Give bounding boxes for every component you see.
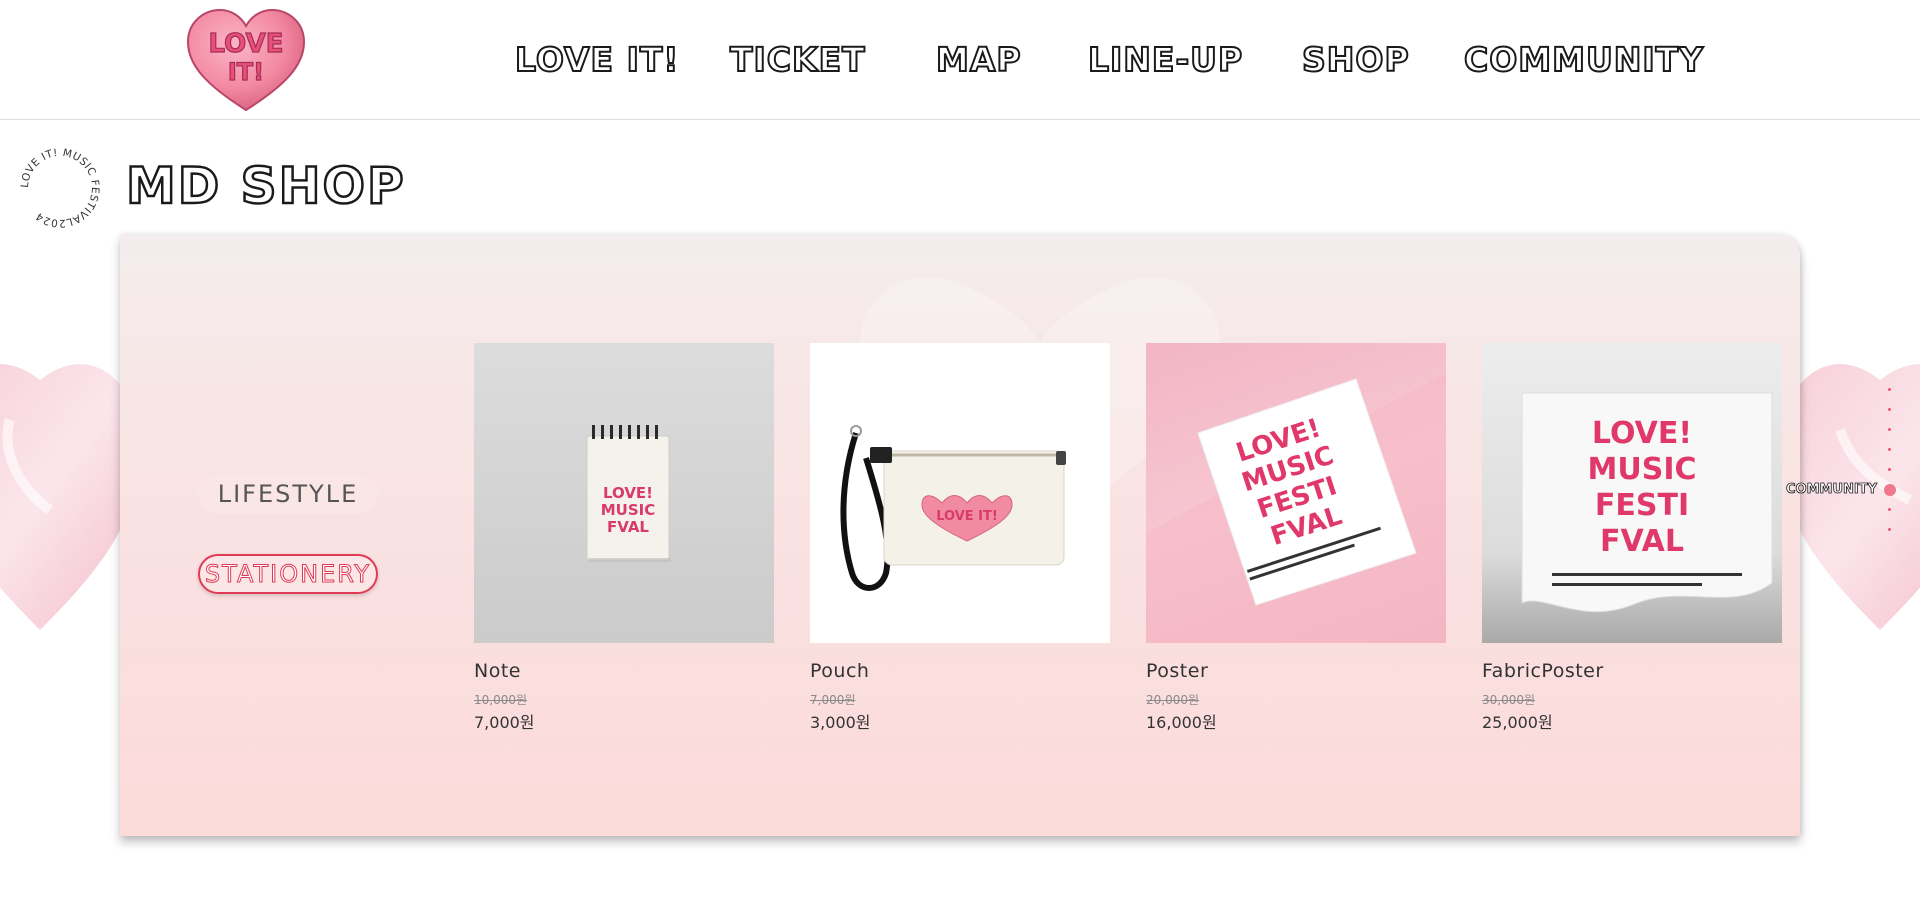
notebook-icon: LOVE! MUSIC FVAL — [586, 425, 671, 562]
badge-circular-text: LOVE IT! MUSIC FESTIVAL2024 — [20, 148, 100, 228]
fabric-poster-icon: LOVE! MUSIC FESTI FVAL — [1521, 392, 1773, 613]
pager-dot[interactable] — [1888, 468, 1891, 471]
main-nav: LOVE IT! TICKET MAP LINE-UP SHOP COMMUNI… — [0, 38, 1920, 82]
product-original-price: 7,000원 — [810, 693, 856, 707]
product-price: 16,000원 — [1146, 713, 1217, 732]
pager-active-label: COMMUNITY — [1786, 482, 1878, 498]
fabric-poster-line4: FVAL — [1600, 524, 1684, 559]
fabric-poster-line3: FESTI — [1595, 488, 1689, 523]
category-stationery-button[interactable]: STATIONERY — [198, 554, 378, 594]
site-header: LOVE IT! LOVE IT! TICKET MAP LINE-UP SHO… — [0, 0, 1920, 120]
pager-dot[interactable] — [1888, 428, 1891, 431]
product-name[interactable]: Note — [474, 660, 521, 682]
pouch-image[interactable]: LOVE IT! — [810, 343, 1110, 643]
nav-love-it[interactable]: LOVE IT! — [514, 38, 679, 82]
note-cover-line2: MUSIC — [601, 501, 656, 519]
product-price: 3,000원 — [810, 713, 871, 732]
poster-icon: LOVE! MUSIC FESTI FVAL — [1146, 373, 1446, 643]
note-cover-line3: FVAL — [607, 518, 649, 536]
pouch-patch-text: LOVE IT! — [936, 509, 998, 524]
pouch-icon: LOVE IT! — [840, 425, 1066, 591]
nav-community[interactable]: COMMUNITY — [1463, 38, 1704, 82]
section-pager: COMMUNITY — [1782, 380, 1902, 540]
pager-dot[interactable] — [1888, 388, 1891, 391]
nav-ticket[interactable]: TICKET — [729, 38, 866, 82]
note-image[interactable]: LOVE! MUSIC FVAL — [474, 343, 774, 643]
product-name[interactable]: Pouch — [810, 660, 869, 682]
product-original-price: 30,000원 — [1482, 693, 1536, 707]
fabric-poster-line1: LOVE! — [1592, 416, 1692, 451]
product-name[interactable]: Poster — [1146, 660, 1208, 682]
pager-active-dot[interactable] — [1884, 484, 1896, 496]
product-original-price: 20,000원 — [1146, 693, 1200, 707]
poster-image[interactable]: LOVE! MUSIC FESTI FVAL — [1146, 343, 1446, 643]
pager-dot[interactable] — [1888, 528, 1891, 531]
svg-text:LOVE IT! MUSIC FESTIVAL2024: LOVE IT! MUSIC FESTIVAL2024 — [20, 148, 100, 228]
pager-dot[interactable] — [1888, 448, 1891, 451]
left-heart-decoration — [0, 364, 140, 630]
page-title: MD SHOP — [125, 156, 406, 217]
note-cover-line1: LOVE! — [603, 484, 653, 502]
nav-shop[interactable]: SHOP — [1301, 38, 1410, 82]
festival-circle-badge: LOVE IT! MUSIC FESTIVAL2024 — [20, 148, 100, 228]
product-price: 7,000원 — [474, 713, 535, 732]
nav-line-up[interactable]: LINE-UP — [1087, 38, 1243, 82]
page-root: LOVE IT! LOVE IT! TICKET MAP LINE-UP SHO… — [0, 0, 1920, 919]
pager-dot[interactable] — [1888, 508, 1891, 511]
product-name[interactable]: FabricPoster — [1482, 660, 1604, 682]
pager-dot[interactable] — [1888, 408, 1891, 411]
product-price: 25,000원 — [1482, 713, 1553, 732]
shop-panel: LIFESTYLE STATIONERY LOVE! MUSIC FVAL No… — [120, 234, 1800, 836]
category-lifestyle-button[interactable]: LIFESTYLE — [198, 474, 378, 514]
fabric-poster-line2: MUSIC — [1588, 452, 1697, 487]
nav-map[interactable]: MAP — [935, 38, 1022, 82]
product-original-price: 10,000원 — [474, 693, 528, 707]
fabric-poster-image[interactable]: LOVE! MUSIC FESTI FVAL — [1482, 343, 1782, 643]
